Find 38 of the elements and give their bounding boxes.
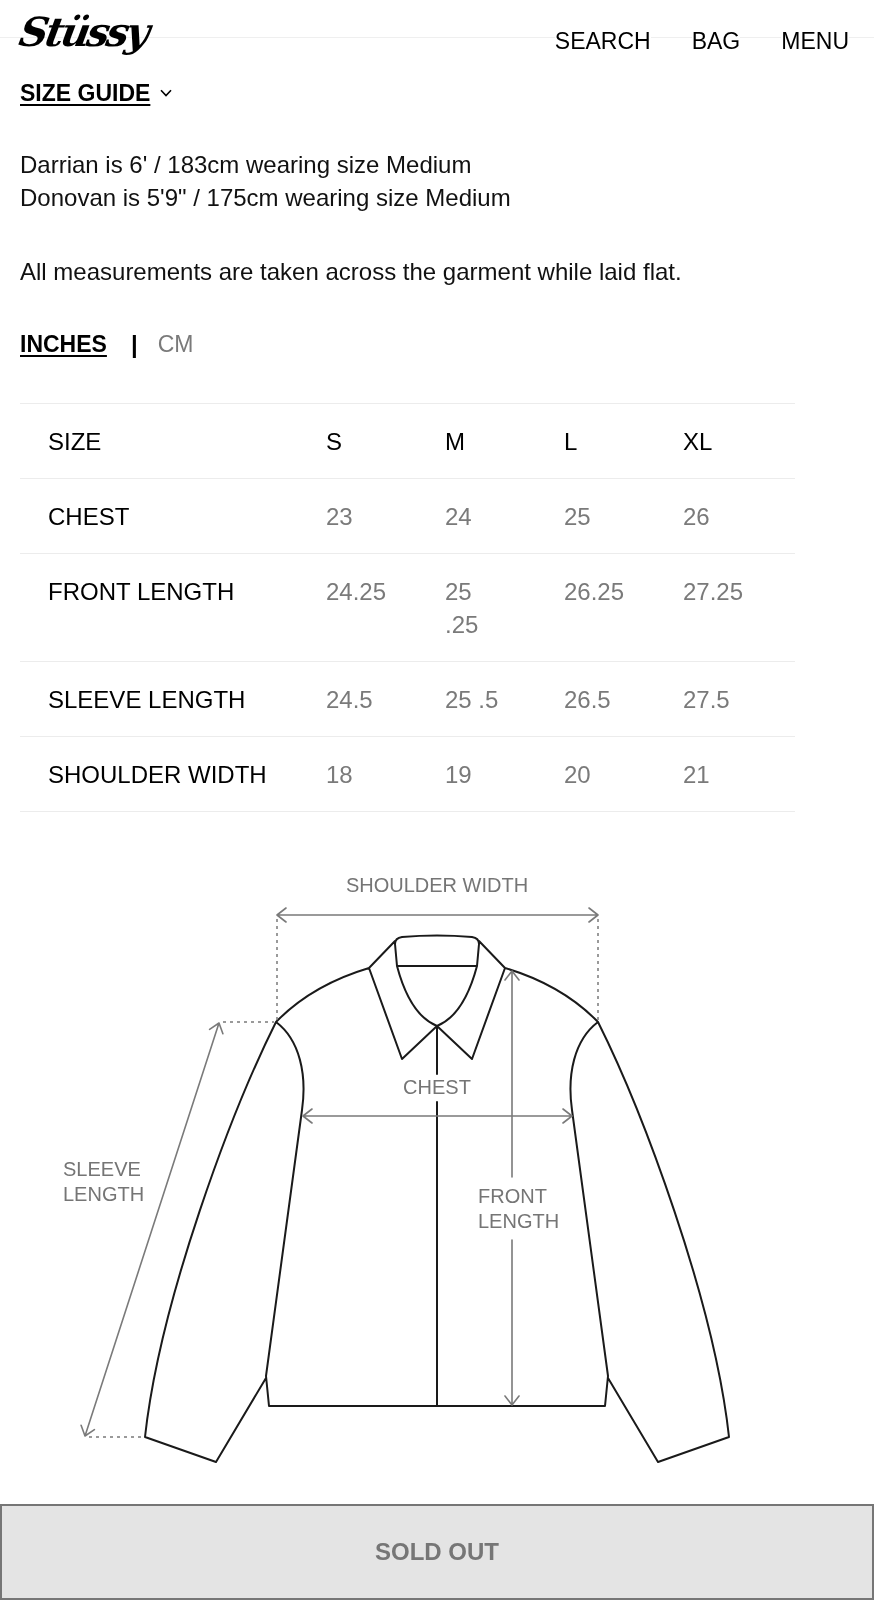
- table-cell-text: 26.25: [564, 576, 626, 607]
- measurement-label: CHEST: [403, 1075, 471, 1100]
- table-cell-text: 24.25: [326, 576, 388, 607]
- measurement-note: All measurements are taken across the garment while laid flat.: [20, 257, 683, 287]
- table-cell-text: 26.5: [564, 684, 612, 715]
- table-cell-text: 18: [326, 759, 354, 790]
- table-cell-text: 26: [683, 501, 711, 532]
- measurement-label: SHOULDER WIDTH: [345, 873, 529, 898]
- unit-tab[interactable]: INCHES: [20, 328, 107, 361]
- chevron-down-icon: [160, 89, 173, 97]
- measurement-label: FRONT LENGTH: [478, 1184, 560, 1234]
- table-cell-text: 24: [445, 501, 473, 532]
- column-header: SIZE: [47, 426, 103, 457]
- column-header: S: [326, 426, 343, 457]
- table-cell-text: 25 .5: [445, 684, 500, 715]
- table-cell-text: 27.5: [683, 684, 731, 715]
- table-cell-text: 27.25: [683, 576, 745, 607]
- unit-tab[interactable]: CM: [157, 328, 194, 361]
- guide-line: [88, 1436, 144, 1438]
- column-header: XL: [683, 426, 714, 457]
- table-cell-text: 20: [564, 759, 592, 790]
- column-header: M: [445, 426, 466, 457]
- size-guide-toggle[interactable]: SIZE GUIDE: [20, 78, 173, 108]
- row-header: SLEEVE LENGTH: [47, 684, 247, 715]
- row-header: CHEST: [47, 501, 131, 532]
- fit-note: Donovan is 5'9" / 175cm wearing size Medium: [20, 183, 512, 213]
- table-cell-text: 25: [564, 501, 592, 532]
- table-cell-text: 25 .25: [445, 576, 480, 640]
- table-cell-text: 19: [445, 759, 473, 790]
- table-cell-text: 23: [326, 501, 354, 532]
- table-cell-text: 21: [683, 759, 711, 790]
- measurement-label: SLEEVE LENGTH: [63, 1157, 145, 1207]
- column-header: L: [564, 426, 579, 457]
- unit-separator: |: [130, 330, 138, 360]
- row-header: SHOULDER WIDTH: [47, 759, 268, 790]
- fit-note: Darrian is 6' / 183cm wearing size Medium: [20, 150, 473, 180]
- row-header: FRONT LENGTH: [47, 576, 236, 607]
- table-cell-text: 24.5: [326, 684, 374, 715]
